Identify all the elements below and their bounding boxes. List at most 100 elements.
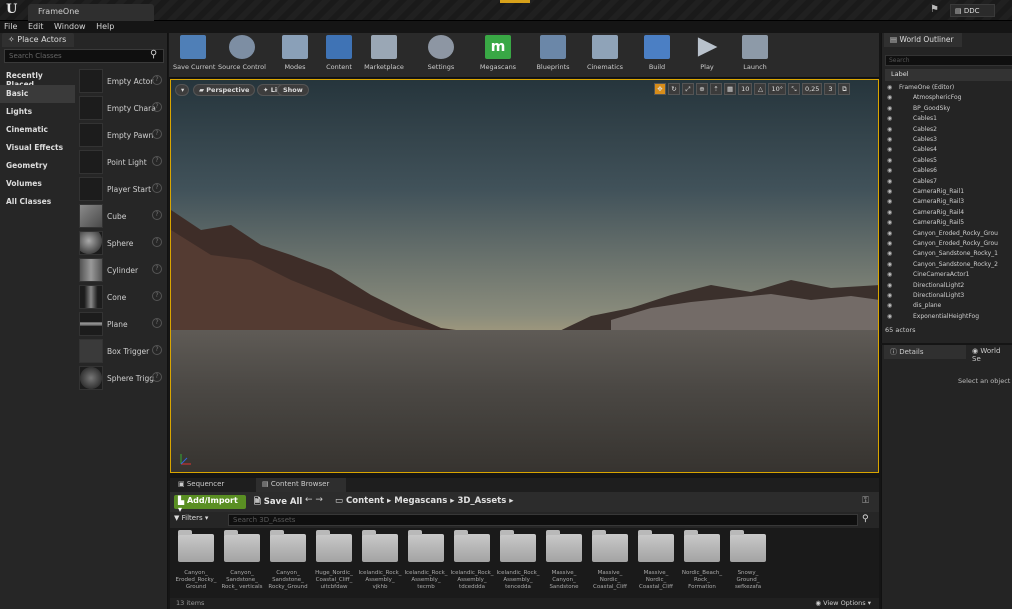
outliner-row[interactable]: ◉ DirectionalLight2 — [885, 281, 1012, 290]
world-settings-tab[interactable]: ◉ World Se — [968, 345, 1012, 363]
category-visual-effects[interactable]: Visual Effects — [0, 139, 75, 157]
search-icon[interactable]: ⚲ — [862, 514, 869, 524]
actor-sphere[interactable]: Sphere? — [79, 231, 166, 258]
play-button[interactable]: Play — [689, 35, 725, 75]
source-control-icon[interactable]: ⚑ — [930, 4, 944, 16]
cinematics-button[interactable]: Cinematics — [583, 35, 627, 75]
asset-folder[interactable]: Icelandic_Rock_ Assembly_ tencedda — [496, 530, 540, 598]
actor-point-light[interactable]: Point Light? — [79, 150, 166, 177]
actor-empty-actor[interactable]: Empty Actor? — [79, 69, 166, 96]
asset-folder[interactable]: Massive_ Canyon_ Sandstone — [542, 530, 586, 598]
world-local-icon[interactable]: ⊕ — [696, 83, 708, 95]
visibility-eye-icon[interactable]: ◉ — [887, 197, 892, 206]
asset-folder[interactable]: Canyon_ Sandstone_ Rock_ verticals — [220, 530, 264, 598]
save-all-button[interactable]: 🗎 Save All — [250, 495, 306, 509]
visibility-eye-icon[interactable]: ◉ — [887, 249, 892, 258]
actor-plane[interactable]: Plane? — [79, 312, 166, 339]
asset-folder[interactable]: Snowy_ Ground_ sefkezafa — [726, 530, 770, 598]
place-actors-tab[interactable]: ✧ Place Actors — [2, 33, 74, 47]
actor-cone[interactable]: Cone? — [79, 285, 166, 312]
visibility-eye-icon[interactable]: ◉ — [887, 114, 892, 123]
asset-folder[interactable]: Icelandic_Rock_ Assembly_ vjkhb — [358, 530, 402, 598]
outliner-row[interactable]: ◉ CameraRig_Rail3 — [885, 197, 1012, 206]
category-geometry[interactable]: Geometry — [0, 157, 75, 175]
actor-player-start[interactable]: Player Start? — [79, 177, 166, 204]
outliner-row[interactable]: ◉ CameraRig_Rail5 — [885, 218, 1012, 227]
outliner-row[interactable]: ◉ Cables6 — [885, 166, 1012, 175]
outliner-row[interactable]: ◉ CameraRig_Rail4 — [885, 208, 1012, 217]
history-nav-icon[interactable]: ← → — [305, 495, 323, 505]
asset-folder[interactable]: Nordic_Beach_ Rock_ Formation — [680, 530, 724, 598]
visibility-eye-icon[interactable]: ◉ — [887, 145, 892, 154]
ddc-button[interactable]: ▤ DDC — [950, 4, 995, 17]
blueprints-button[interactable]: Blueprints — [533, 35, 573, 75]
details-tab[interactable]: ⓘ Details — [884, 345, 966, 359]
outliner-row[interactable]: ◉ Cables3 — [885, 135, 1012, 144]
rotation-snap-icon[interactable]: △ — [754, 83, 767, 95]
outliner-row[interactable]: ◉ AtmosphericFog — [885, 93, 1012, 102]
help-icon[interactable]: ? — [152, 291, 162, 301]
visibility-eye-icon[interactable]: ◉ — [887, 166, 892, 175]
visibility-eye-icon[interactable]: ◉ — [887, 281, 892, 290]
grid-snap-value[interactable]: 10 — [738, 83, 753, 95]
visibility-eye-icon[interactable]: ◉ — [887, 93, 892, 102]
outliner-row[interactable]: ◉ Cables7 — [885, 177, 1012, 186]
scale-tool-icon[interactable]: ⤢ — [682, 83, 694, 95]
asset-folder[interactable]: Icelandic_Rock_ Assembly_ tdceddda — [450, 530, 494, 598]
visibility-eye-icon[interactable]: ◉ — [887, 270, 892, 279]
outliner-row[interactable]: ◉ dis_plane — [885, 301, 1012, 310]
help-icon[interactable]: ? — [152, 129, 162, 139]
help-icon[interactable]: ? — [152, 156, 162, 166]
world-outliner-tab[interactable]: ▤ World Outliner — [884, 33, 962, 47]
category-recently-placed[interactable]: Recently Placed — [0, 67, 75, 89]
translate-tool-icon[interactable]: ✥ — [654, 83, 666, 95]
build-button[interactable]: Build — [639, 35, 675, 75]
category-volumes[interactable]: Volumes — [0, 175, 75, 193]
menu-window[interactable]: Window — [50, 21, 90, 33]
show-button[interactable]: Show — [277, 84, 309, 96]
visibility-eye-icon[interactable]: ◉ — [887, 208, 892, 217]
help-icon[interactable]: ? — [152, 102, 162, 112]
help-icon[interactable]: ? — [152, 210, 162, 220]
source-control-button[interactable]: Source Control — [217, 35, 267, 75]
help-icon[interactable]: ? — [152, 372, 162, 382]
visibility-eye-icon[interactable]: ◉ — [887, 135, 892, 144]
outliner-row[interactable]: ◉ BP_GoodSky — [885, 104, 1012, 113]
outliner-label-header[interactable]: Label — [885, 69, 1012, 81]
breadcrumb-megascans[interactable]: Megascans — [394, 496, 447, 506]
help-icon[interactable]: ? — [152, 318, 162, 328]
outliner-row[interactable]: ◉ DirectionalLight3 — [885, 291, 1012, 300]
help-icon[interactable]: ? — [152, 75, 162, 85]
outliner-row[interactable]: ◉ Cables4 — [885, 145, 1012, 154]
perspective-button[interactable]: ▰ Perspective — [193, 84, 256, 96]
outliner-row[interactable]: ◉ Canyon_Eroded_Rocky_Grou — [885, 239, 1012, 248]
menu-help[interactable]: Help — [92, 21, 118, 33]
category-all-classes[interactable]: All Classes — [0, 193, 75, 211]
viewport-menu-button[interactable]: ▾ — [175, 84, 189, 96]
lock-icon[interactable]: ⚿ — [862, 496, 869, 506]
add-import-button[interactable]: ▙ Add/Import ▾ — [174, 495, 246, 514]
scale-snap-value[interactable]: 0,25 — [801, 83, 823, 95]
tab-sequencer[interactable]: ▣ Sequencer — [172, 478, 252, 492]
save-current-button[interactable]: Save Current — [173, 35, 215, 75]
modes-button[interactable]: Modes — [277, 35, 313, 75]
breadcrumb-content[interactable]: Content — [346, 496, 384, 506]
category-lights[interactable]: Lights — [0, 103, 75, 121]
rotation-snap-value[interactable]: 10° — [768, 83, 786, 95]
asset-folder[interactable]: Icelandic_Rock_ Assembly_ tecmb — [404, 530, 448, 598]
actor-empty-pawn[interactable]: Empty Pawn? — [79, 123, 166, 150]
outliner-row[interactable]: ◉ Cables2 — [885, 125, 1012, 134]
actor-cube[interactable]: Cube? — [79, 204, 166, 231]
maximize-icon[interactable]: ⧉ — [838, 83, 851, 95]
menu-edit[interactable]: Edit — [24, 21, 48, 33]
view-options-button[interactable]: ◉ View Options ▾ — [815, 599, 871, 607]
visibility-eye-icon[interactable]: ◉ — [887, 260, 892, 269]
actor-box-trigger[interactable]: Box Trigger? — [79, 339, 166, 366]
grid-snap-icon[interactable]: ▦ — [724, 83, 737, 95]
asset-search-input[interactable]: Search 3D_Assets — [228, 514, 858, 526]
menu-file[interactable]: File — [0, 21, 21, 33]
rotate-tool-icon[interactable]: ↻ — [668, 83, 680, 95]
search-icon[interactable]: ⚲ — [150, 49, 157, 60]
visibility-eye-icon[interactable]: ◉ — [887, 301, 892, 310]
outliner-row[interactable]: ◉ CineCameraActor1 — [885, 270, 1012, 279]
